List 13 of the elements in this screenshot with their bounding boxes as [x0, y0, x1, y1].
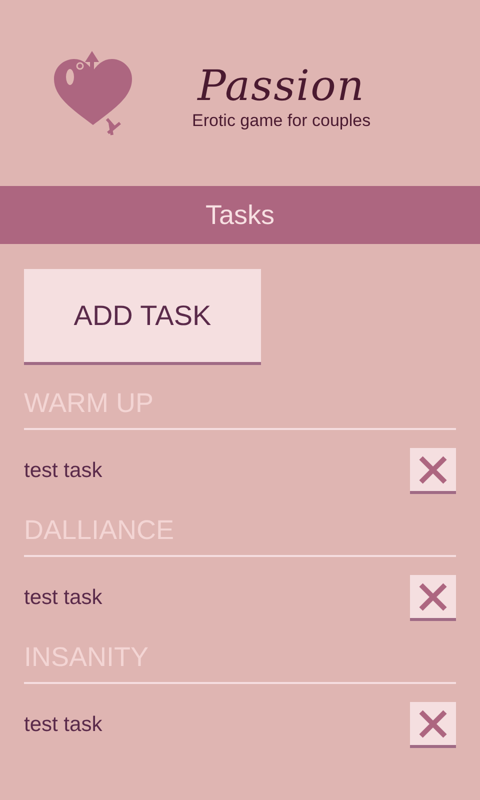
delete-button[interactable]: [410, 448, 456, 494]
close-icon: [418, 582, 448, 612]
close-icon: [418, 708, 448, 738]
add-task-button[interactable]: ADD TASK: [24, 269, 261, 365]
app-subtitle: Erotic game for couples: [192, 111, 371, 131]
task-text: test task: [24, 459, 102, 483]
delete-button[interactable]: [410, 575, 456, 621]
close-icon: [418, 454, 448, 484]
delete-button[interactable]: [410, 702, 456, 748]
task-text: test task: [24, 586, 102, 610]
task-text: test task: [24, 713, 102, 737]
page-title: Tasks: [205, 200, 275, 230]
app-title: Passion: [198, 61, 365, 111]
